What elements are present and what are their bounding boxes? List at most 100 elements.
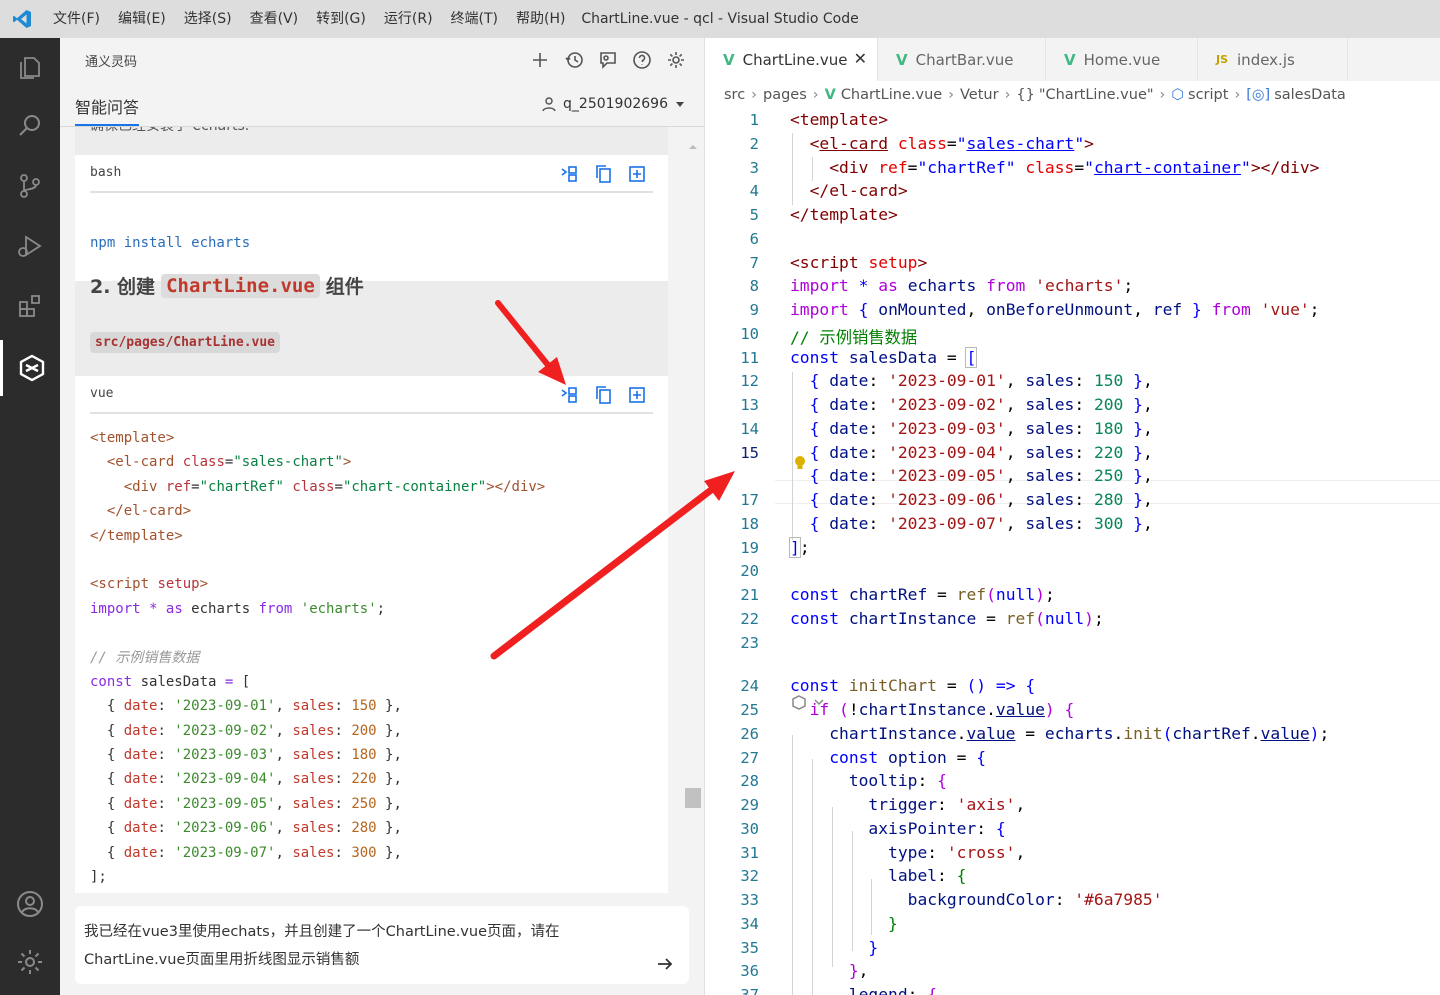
code-lang-label: vue — [90, 386, 114, 401]
vscode-logo-icon — [0, 0, 44, 38]
line-number: 20 — [740, 562, 759, 580]
code-line: const chartInstance = ref(null); — [790, 609, 1104, 628]
crumb-salesdata[interactable]: salesData — [1274, 87, 1346, 103]
tab-chartbar-vue[interactable]: V ChartBar.vue — [878, 38, 1046, 81]
send-arrow-icon[interactable] — [655, 954, 675, 974]
extensions-icon[interactable] — [0, 278, 60, 334]
crumb-pages[interactable]: pages — [763, 87, 807, 103]
user-selector[interactable]: q_2501902696 — [541, 96, 686, 112]
copy-code-icon[interactable] — [593, 164, 613, 184]
panel-tabs: 智能问答 q_2501902696 — [60, 82, 704, 127]
panel-header: 通义灵码 — [60, 38, 704, 82]
menu-terminal[interactable]: 终端(T) — [442, 0, 507, 38]
settings-icon[interactable] — [664, 48, 688, 72]
history-icon[interactable] — [562, 48, 586, 72]
code-line: // 示例销售数据 — [790, 328, 918, 347]
code-line: { date: '2023-09-04', sales: 220 }, — [809, 443, 1153, 462]
line-number: 9 — [749, 301, 759, 319]
code-line: tooltip: { — [848, 771, 947, 790]
line-number: 23 — [740, 634, 759, 652]
code-line: const chartRef = ref(null); — [790, 585, 1055, 604]
insert-code-icon[interactable] — [559, 385, 579, 405]
code-line: type: 'cross', — [888, 843, 1026, 862]
code-line: axisPointer: { — [868, 819, 1006, 838]
line-number: 26 — [740, 725, 759, 743]
file-path-tag: src/pages/ChartLine.vue — [90, 332, 281, 353]
code-line: { date: '2023-09-05', sales: 250 }, — [809, 466, 1153, 485]
tab-chartline-vue[interactable]: V ChartLine.vue ✕ — [705, 38, 878, 81]
menu-go[interactable]: 转到(G) — [307, 0, 375, 38]
breadcrumb: src › pages › V ChartLine.vue › Vetur › {} "Ch… — [724, 87, 1346, 103]
tongyi-lingma-icon[interactable] — [0, 340, 60, 396]
code-line: <script setup> — [790, 253, 928, 272]
code-line: import { onMounted, onBeforeUnmount, ref… — [790, 300, 1320, 319]
line-number: 18 — [740, 515, 759, 533]
new-chat-icon[interactable] — [528, 48, 552, 72]
crumb-script[interactable]: script — [1188, 87, 1228, 103]
line-number: 34 — [740, 915, 759, 933]
code-line: <template> — [790, 110, 889, 129]
tab-index-js[interactable]: JS index.js — [1198, 38, 1348, 81]
line-number: 24 — [740, 677, 759, 695]
line-number: 17 — [740, 491, 759, 509]
line-number: 6 — [749, 230, 759, 248]
lingma-codelens-icon[interactable] — [791, 694, 831, 712]
code-line: }, — [848, 961, 869, 980]
menu-file[interactable]: 文件(F) — [44, 0, 109, 38]
tab-home-vue[interactable]: V Home.vue — [1046, 38, 1198, 81]
scroll-thumb[interactable] — [685, 788, 701, 808]
code-line: if (!chartInstance.value) { — [809, 700, 1075, 719]
code-line: } — [868, 938, 879, 957]
line-number: 4 — [749, 182, 759, 200]
line-number: 25 — [740, 701, 759, 719]
menu-edit[interactable]: 编辑(E) — [109, 0, 175, 38]
account-icon[interactable] — [0, 876, 60, 932]
line-number: 8 — [749, 277, 759, 295]
line-number: 14 — [740, 420, 759, 438]
crumb-src[interactable]: src — [724, 87, 745, 103]
search-icon[interactable] — [0, 98, 60, 154]
code-line: const option = { — [829, 748, 987, 767]
line-number-current: 15 — [740, 444, 759, 462]
line-number: 10 — [740, 325, 759, 343]
lightbulb-icon[interactable] — [793, 455, 807, 473]
line-number: 5 — [749, 206, 759, 224]
menu-selection[interactable]: 选择(S) — [175, 0, 241, 38]
menu-run[interactable]: 运行(R) — [375, 0, 442, 38]
close-icon[interactable]: ✕ — [854, 49, 867, 68]
activity-bar — [0, 38, 60, 995]
panel-scrollbar[interactable] — [684, 138, 702, 895]
line-number: 35 — [740, 939, 759, 957]
crumb-vetur[interactable]: Vetur — [960, 87, 999, 103]
code-editor[interactable]: 1 2 3 4 5 6 7 8 9 10 11 12 13 14 15 17 1… — [705, 109, 1440, 995]
menu-help[interactable]: 帮助(H) — [507, 0, 574, 38]
tab-smart-qa[interactable]: 智能问答 — [75, 94, 140, 126]
crumb-file[interactable]: ChartLine.vue — [841, 87, 942, 103]
insert-code-icon[interactable] — [559, 164, 579, 184]
copy-code-icon[interactable] — [593, 385, 613, 405]
code-line: chartInstance.value = echarts.init(chart… — [829, 724, 1330, 743]
vue-file-icon: V — [1064, 50, 1076, 69]
source-control-icon[interactable] — [0, 158, 60, 214]
menu-view[interactable]: 查看(V) — [241, 0, 308, 38]
new-file-icon[interactable] — [627, 164, 647, 184]
chat-input-text[interactable]: 我已经在vue3里使用echats，并且创建了一个ChartLine.vue页面… — [84, 918, 624, 974]
code-line: </el-card> — [809, 181, 908, 200]
help-icon[interactable] — [630, 48, 654, 72]
settings-gear-icon[interactable] — [0, 934, 60, 990]
line-number: 32 — [740, 867, 759, 885]
code-line: trigger: 'axis', — [868, 795, 1026, 814]
new-file-icon[interactable] — [627, 385, 647, 405]
code-line: { date: '2023-09-03', sales: 180 }, — [809, 419, 1153, 438]
line-number: 1 — [749, 111, 759, 129]
line-number: 31 — [740, 844, 759, 862]
code-line: legend: { — [848, 985, 938, 995]
run-debug-icon[interactable] — [0, 218, 60, 274]
crumb-module[interactable]: "ChartLine.vue" — [1039, 87, 1154, 103]
line-number: 7 — [749, 254, 759, 272]
explorer-icon[interactable] — [0, 40, 60, 96]
code-line: </template> — [790, 205, 898, 224]
feedback-icon[interactable] — [596, 48, 620, 72]
chat-input[interactable]: 我已经在vue3里使用echats，并且创建了一个ChartLine.vue页面… — [75, 906, 689, 984]
code-line: const initChart = () => { — [790, 676, 1036, 695]
